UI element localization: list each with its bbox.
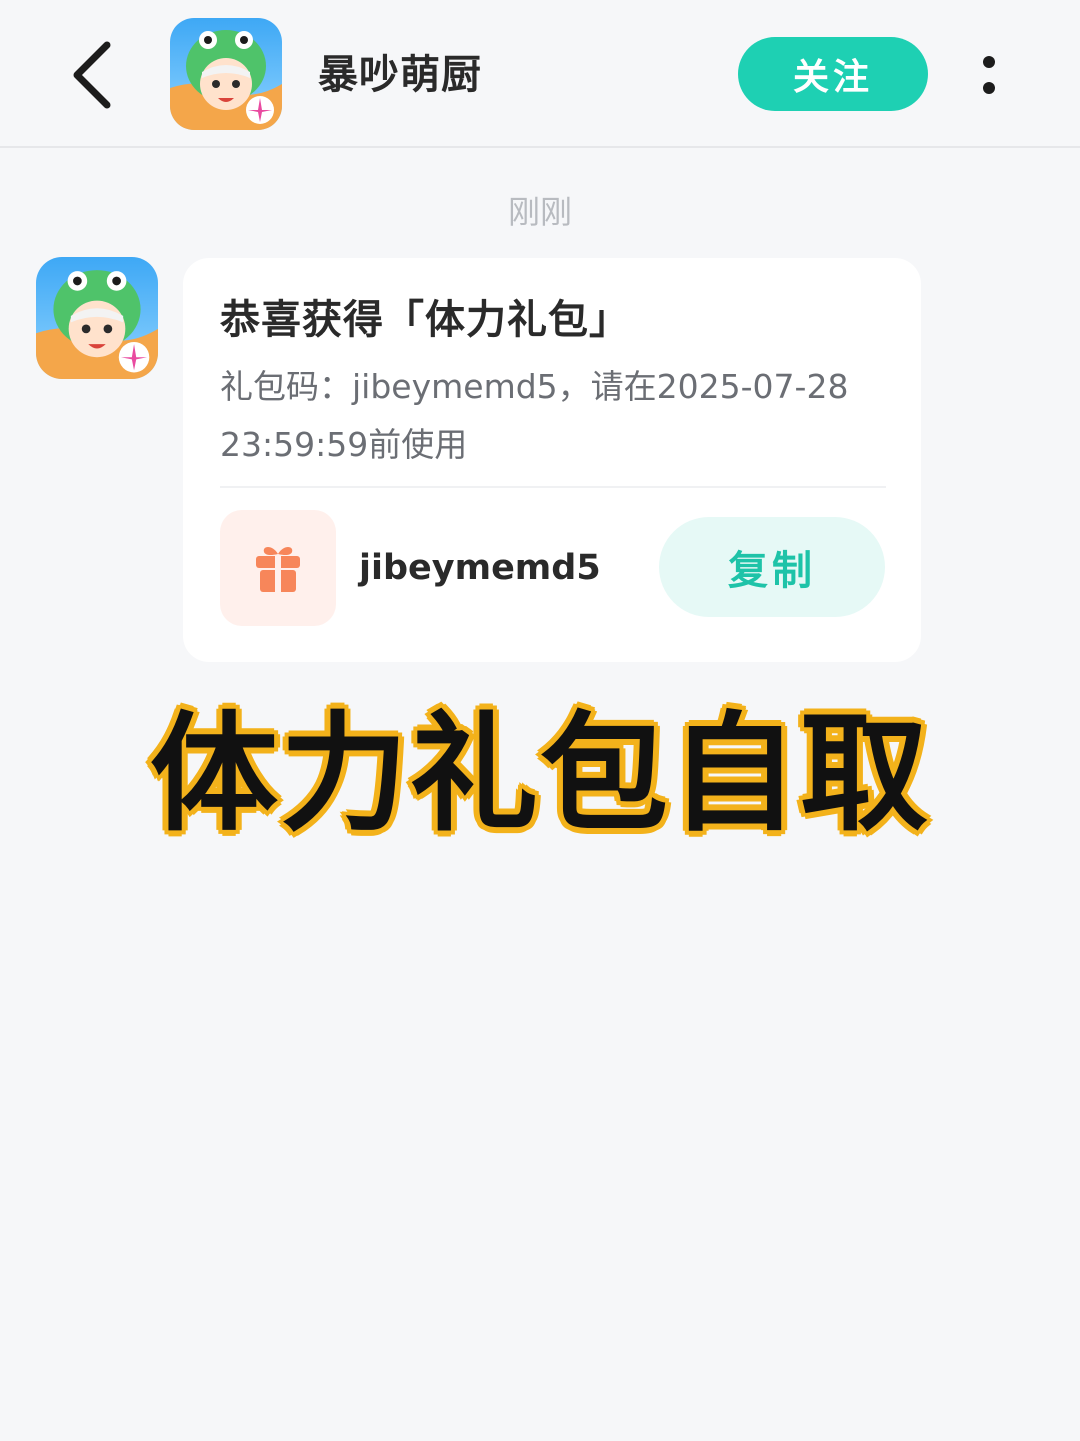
message-timestamp: 刚刚: [507, 193, 572, 231]
message-title: 恭喜获得「体力礼包」: [220, 297, 630, 343]
game-avatar[interactable]: [170, 18, 282, 130]
more-vertical-icon-dot: [983, 82, 995, 94]
back-button[interactable]: [56, 30, 126, 120]
gift-icon-container: [220, 510, 336, 626]
more-options-button[interactable]: [966, 40, 1012, 110]
top-bar: 暴吵萌厨 关注: [0, 0, 1080, 148]
chevron-left-icon: [73, 41, 111, 109]
follow-button[interactable]: 关注: [738, 37, 928, 111]
gift-message-card: 恭喜获得「体力礼包」 礼包码：jibeymemd5，请在2025-07-28 2…: [183, 258, 921, 662]
game-logo-icon: [170, 18, 282, 130]
page-title: 暴吵萌厨: [318, 52, 482, 98]
overlay-caption: 体力礼包自取: [147, 697, 931, 852]
card-divider: [220, 486, 886, 488]
game-logo-icon: [36, 257, 158, 379]
copy-button[interactable]: 复制: [659, 517, 885, 617]
message-description: 礼包码：jibeymemd5，请在2025-07-28 23:59:59前使用: [220, 367, 849, 464]
sender-avatar[interactable]: [36, 257, 158, 379]
more-vertical-icon: [983, 56, 995, 68]
gift-code-text: jibeymemd5: [359, 548, 601, 588]
gift-icon: [256, 547, 300, 592]
chat-page: 暴吵萌厨 关注 刚刚 恭喜获得「体力礼包」 礼包码：jibeymemd5，请在2…: [0, 0, 1080, 1441]
